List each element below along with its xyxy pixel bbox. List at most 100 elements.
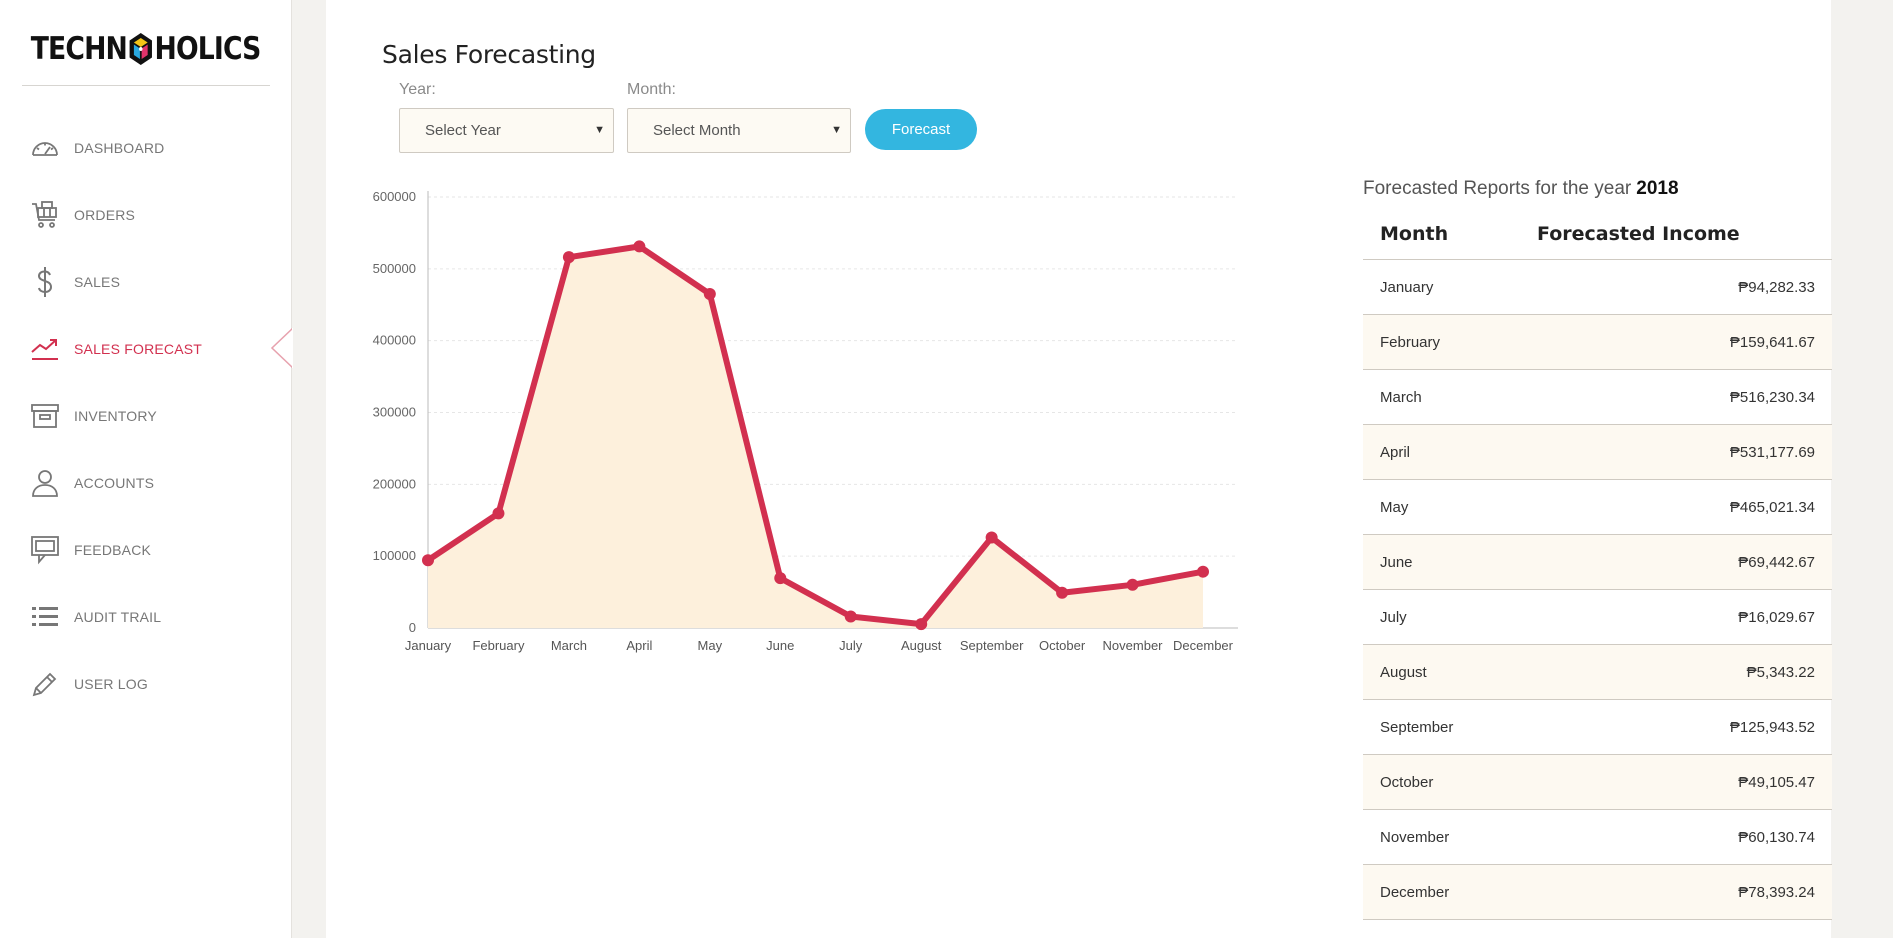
column-header-income: Forecasted Income [1537, 222, 1740, 245]
month-select[interactable]: Select Month ▼ [627, 108, 851, 153]
forecast-chart: 0 100000 200000 300000 400000 500000 600000 Jan… [368, 180, 1248, 670]
table-row: June ₱69,442.67 [1363, 535, 1832, 590]
sidebar-item-label: AUDIT TRAIL [74, 608, 162, 625]
list-icon [28, 600, 62, 634]
row-income: ₱78,393.24 [1738, 883, 1815, 901]
brand-logo[interactable]: TECHN HOLICS [22, 12, 270, 86]
area-fill [428, 246, 1203, 628]
sidebar-item-label: FEEDBACK [74, 541, 152, 558]
row-month: May [1380, 498, 1409, 516]
table-row: March ₱516,230.34 [1363, 370, 1832, 425]
row-income: ₱159,641.67 [1729, 333, 1815, 351]
forecast-report: Forecasted Reports for the year 2018 Mon… [1363, 170, 1832, 920]
table-row: May ₱465,021.34 [1363, 480, 1832, 535]
row-month: October [1380, 773, 1434, 791]
sidebar: TECHN HOLICS DASHBOARD ORDERS SALES SALE… [0, 0, 293, 938]
data-point [985, 531, 998, 544]
row-month: April [1380, 443, 1411, 461]
x-tick-label: September [960, 638, 1024, 653]
table-row: November ₱60,130.74 [1363, 810, 1832, 865]
logo-cube-icon [129, 32, 153, 65]
sidebar-item-sales[interactable]: SALES [0, 248, 292, 315]
sidebar-item-label: SALES FORECAST [74, 340, 203, 357]
dollar-icon [28, 265, 62, 299]
table-row: December ₱78,393.24 [1363, 865, 1832, 920]
y-tick-label: 400000 [373, 333, 416, 348]
column-header-month: Month [1380, 222, 1449, 245]
y-tick-label: 600000 [373, 189, 416, 204]
sidebar-item-sales-forecast[interactable]: SALES FORECAST [0, 315, 293, 382]
sidebar-item-label: INVENTORY [74, 407, 157, 424]
table-row: February ₱159,641.67 [1363, 315, 1832, 370]
row-month: November [1380, 828, 1450, 846]
data-point [774, 572, 787, 585]
sidebar-item-orders[interactable]: ORDERS [0, 181, 292, 248]
data-point [1126, 578, 1139, 591]
year-select[interactable]: Select Year ▼ [399, 108, 614, 153]
trend-up-icon [28, 332, 62, 366]
table-row: August ₱5,343.22 [1363, 645, 1832, 700]
table-row: October ₱49,105.47 [1363, 755, 1832, 810]
caret-down-icon: ▼ [594, 124, 605, 136]
x-tick-label: March [551, 638, 587, 653]
forecast-button[interactable]: Forecast [865, 109, 977, 150]
sidebar-item-accounts[interactable]: ACCOUNTS [0, 449, 292, 516]
report-rows: January ₱94,282.33 February ₱159,641.67 Marc… [1363, 260, 1832, 920]
data-point [1197, 565, 1209, 578]
x-tick-label: July [839, 638, 863, 653]
active-indicator [271, 328, 293, 368]
sidebar-item-feedback[interactable]: FEEDBACK [0, 516, 292, 583]
row-month: February [1380, 333, 1441, 351]
logo-text-left: TECHN [31, 30, 128, 67]
sidebar-item-audit-trail[interactable]: AUDIT TRAIL [0, 583, 292, 650]
report-year: 2018 [1636, 178, 1679, 199]
data-point [492, 507, 505, 520]
row-month: September [1380, 718, 1454, 736]
row-income: ₱516,230.34 [1729, 388, 1815, 406]
main-panel: Sales Forecasting Year: Select Year ▼ Mo… [326, 0, 1832, 938]
chart-svg: 0 100000 200000 300000 400000 500000 600000 Jan… [373, 189, 1238, 653]
x-tick-label: June [766, 638, 794, 653]
row-month: July [1380, 608, 1407, 626]
user-icon [28, 466, 62, 500]
x-tick-label: January [405, 638, 452, 653]
x-tick-label: August [901, 638, 942, 653]
table-row: April ₱531,177.69 [1363, 425, 1832, 480]
speedometer-icon [28, 131, 62, 165]
sidebar-item-label: ORDERS [74, 206, 136, 223]
report-title-text: Forecasted Reports for the year [1363, 178, 1632, 199]
report-header: Month Forecasted Income [1363, 208, 1832, 260]
data-point [1056, 586, 1069, 599]
data-point [422, 554, 434, 567]
row-income: ₱465,021.34 [1729, 498, 1815, 516]
caret-down-icon: ▼ [831, 124, 842, 136]
page-title: Sales Forecasting [382, 40, 596, 69]
month-select-value: Select Month [653, 122, 741, 139]
logo-text-right: HOLICS [154, 30, 262, 67]
pencil-icon [28, 667, 62, 701]
month-label: Month: [627, 81, 676, 98]
sidebar-item-label: SALES [74, 273, 121, 290]
x-tick-label: May [698, 638, 723, 653]
data-point [844, 610, 857, 623]
archive-box-icon [28, 399, 62, 433]
row-income: ₱49,105.47 [1738, 773, 1815, 791]
x-tick-label: February [472, 638, 525, 653]
row-income: ₱125,943.52 [1729, 718, 1815, 736]
y-tick-label: 100000 [373, 548, 416, 563]
table-row: July ₱16,029.67 [1363, 590, 1832, 645]
sidebar-item-inventory[interactable]: INVENTORY [0, 382, 292, 449]
row-month: June [1380, 553, 1413, 571]
sidebar-item-user-log[interactable]: USER LOG [0, 650, 292, 717]
row-month: December [1380, 883, 1450, 901]
data-point [915, 618, 928, 631]
x-tick-label: October [1039, 638, 1086, 653]
data-point [703, 287, 716, 300]
data-point [633, 240, 646, 253]
row-income: ₱69,442.67 [1738, 553, 1815, 571]
report-title: Forecasted Reports for the year 2018 [1363, 170, 1832, 208]
year-select-value: Select Year [425, 122, 501, 139]
y-tick-label: 200000 [373, 476, 416, 491]
sidebar-item-label: ACCOUNTS [74, 474, 155, 491]
sidebar-item-dashboard[interactable]: DASHBOARD [0, 114, 292, 181]
